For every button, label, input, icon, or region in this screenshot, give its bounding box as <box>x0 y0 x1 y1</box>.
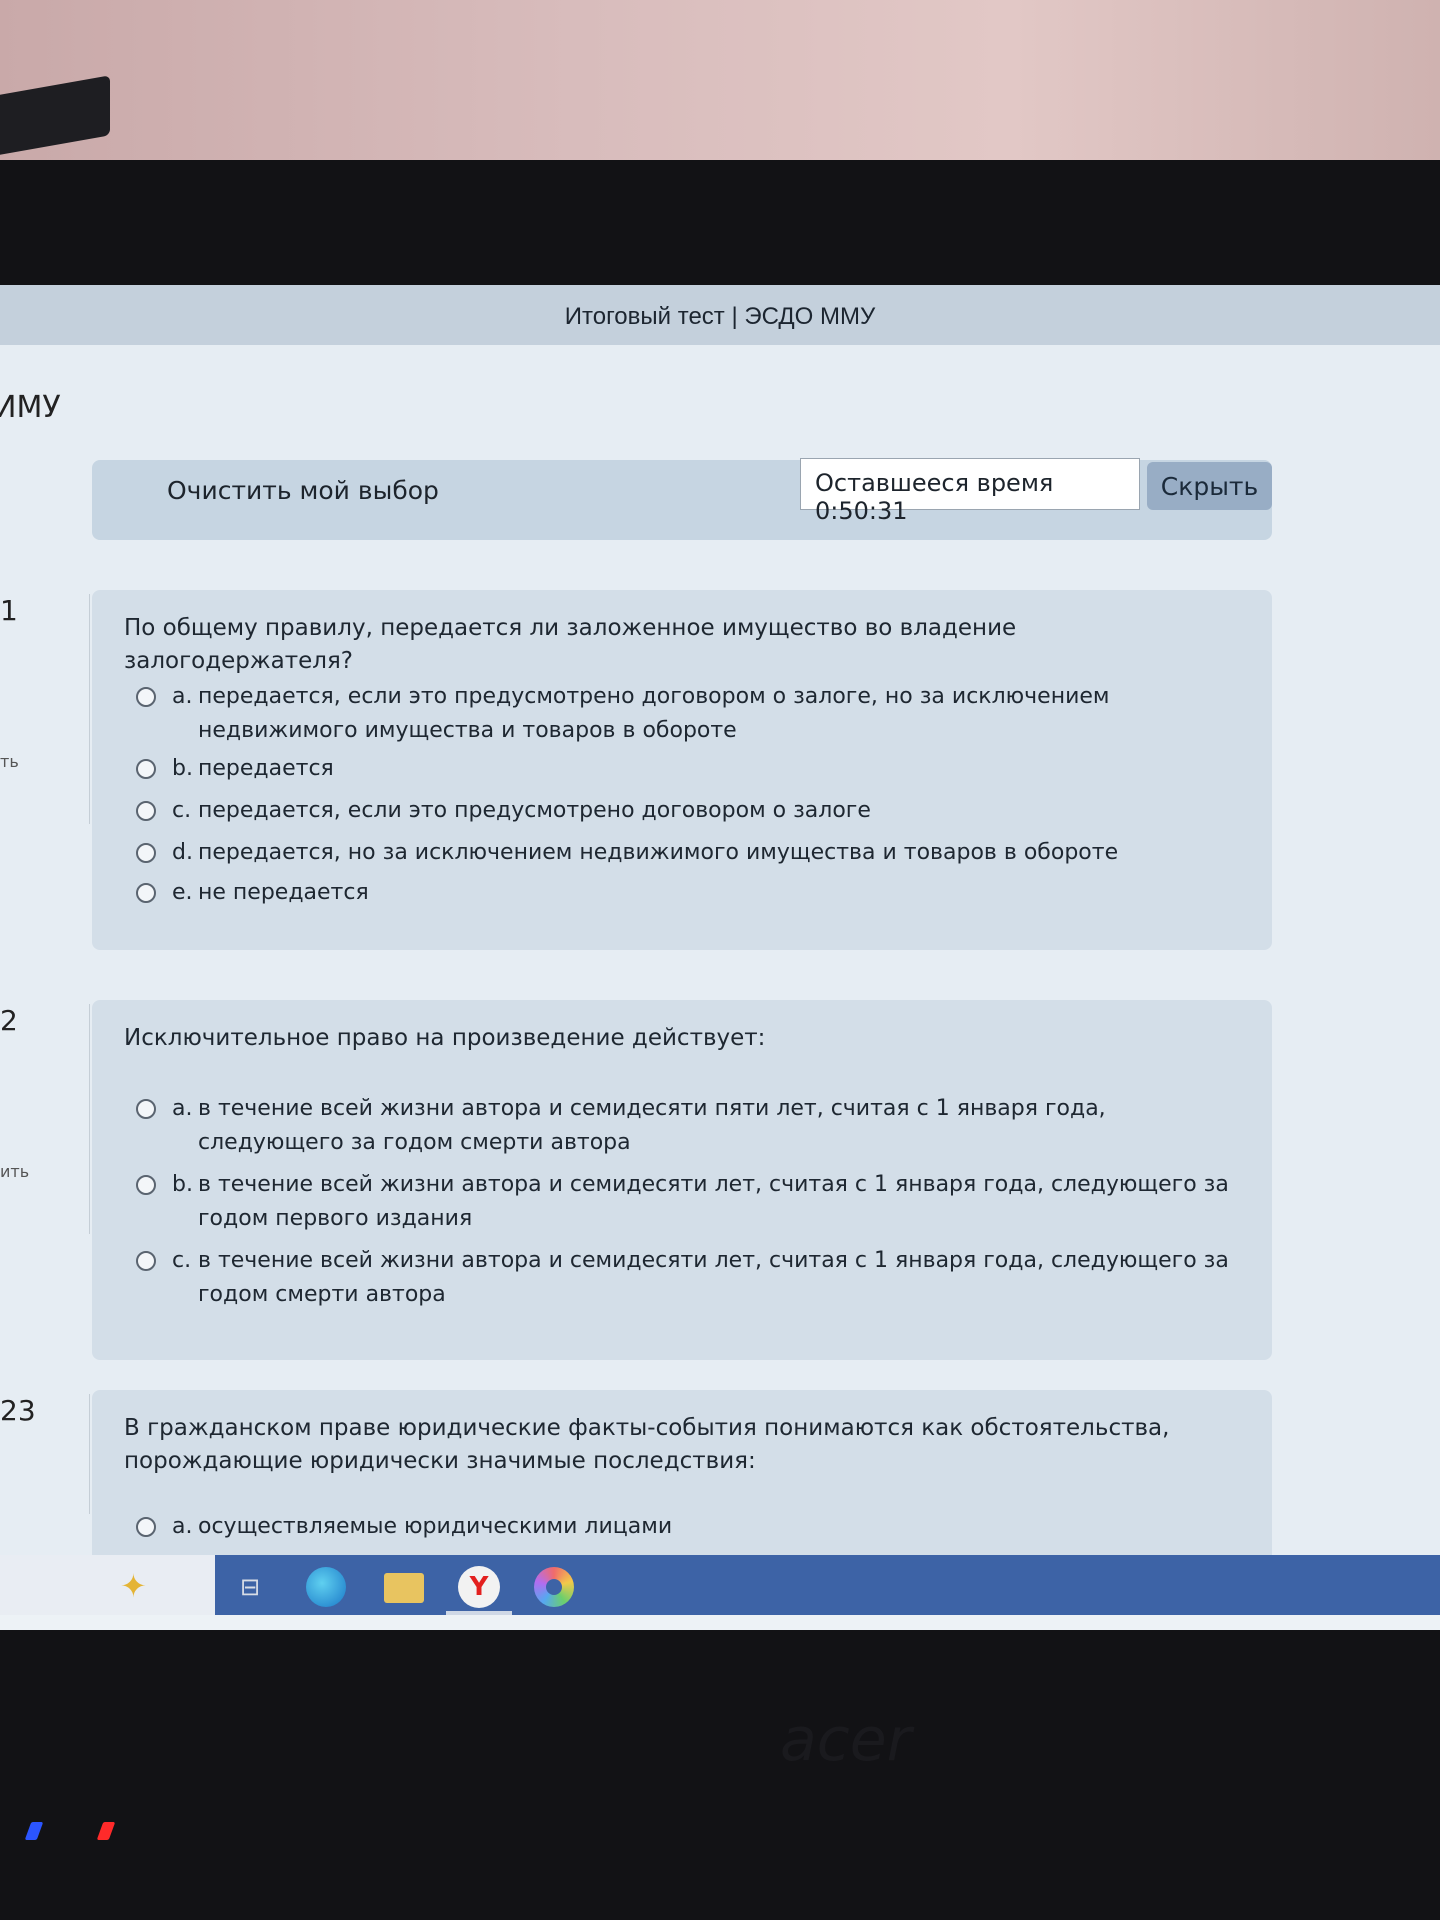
question-text: Исключительное право на произведение дей… <box>124 1025 766 1051</box>
answer-text: в течение всей жизни автора и семидесяти… <box>198 1096 1106 1155</box>
answer-text: не передается <box>198 880 369 905</box>
site-name[interactable]: ИМУ <box>0 390 61 425</box>
radio-button[interactable] <box>136 759 156 779</box>
answer-letter: a. <box>172 684 193 709</box>
radio-button[interactable] <box>136 801 156 821</box>
quiz-toolbar: Очистить мой выбор Оставшееся время 0:50… <box>92 458 1272 540</box>
question-number: 23 <box>0 1394 36 1427</box>
answer-list: a. передается, если это предусмотрено до… <box>136 680 1246 916</box>
laptop-screen: Итоговый тест | ЭСДО ММУ ИМУ Очистить мо… <box>0 285 1440 1630</box>
flag-question-link[interactable]: ть <box>0 752 19 771</box>
answer-text: передается, но за исключением недвижимог… <box>198 840 1119 865</box>
windows-taskbar: ✦ ⊟ Y <box>0 1555 1440 1615</box>
file-explorer-icon[interactable] <box>384 1573 424 1603</box>
question-text: По общему правилу, передается ли заложен… <box>124 615 1017 674</box>
radio-button[interactable] <box>136 1099 156 1119</box>
question-card: 1 ть По общему правилу, передается ли за… <box>0 590 1272 950</box>
radio-button[interactable] <box>136 1175 156 1195</box>
photos-icon[interactable] <box>534 1567 574 1607</box>
answer-letter: d. <box>172 840 193 865</box>
answer-letter: b. <box>172 1172 193 1197</box>
quiz-page: ИМУ Очистить мой выбор Оставшееся время … <box>0 345 1440 1590</box>
window-title: Итоговый тест | ЭСДО ММУ <box>564 303 876 330</box>
task-view-icon[interactable]: ⊟ <box>228 1565 272 1609</box>
answer-option[interactable]: c. передается, если это предусмотрено до… <box>136 794 1246 836</box>
answer-letter: a. <box>172 1096 193 1121</box>
question-text: В гражданском праве юридические факты-со… <box>124 1415 1170 1474</box>
question-number: 2 <box>0 1004 18 1037</box>
question-number: 1 <box>0 594 18 627</box>
active-app-indicator <box>446 1611 512 1615</box>
flag-question-link[interactable]: ить <box>0 1162 29 1181</box>
answer-letter: a. <box>172 1514 193 1539</box>
answer-list: a. осуществляемые юридическими лицами <box>136 1510 1246 1550</box>
answer-option[interactable]: a. передается, если это предусмотрено до… <box>136 680 1246 752</box>
remaining-time-timer: Оставшееся время 0:50:31 <box>800 458 1140 525</box>
answer-option[interactable]: a. осуществляемые юридическими лицами <box>136 1510 1246 1550</box>
hide-timer-button[interactable]: Скрыть <box>1147 462 1272 510</box>
answer-text: в течение всей жизни автора и семидесяти… <box>198 1248 1229 1307</box>
answer-option[interactable]: c. в течение всей жизни автора и семидес… <box>136 1244 1246 1320</box>
answer-letter: c. <box>172 1248 192 1273</box>
answer-option[interactable]: b. передается <box>136 752 1246 794</box>
answer-option[interactable]: b. в течение всей жизни автора и семидес… <box>136 1168 1246 1244</box>
copilot-icon[interactable]: ✦ <box>120 1567 147 1605</box>
question-card: 2 ить Исключительное право на произведен… <box>0 1000 1272 1360</box>
answer-letter: e. <box>172 880 193 905</box>
clear-choice-button[interactable]: Очистить мой выбор <box>167 476 439 505</box>
radio-button[interactable] <box>136 843 156 863</box>
background-object <box>0 75 110 155</box>
question-number-panel: 2 ить <box>0 1004 90 1234</box>
radio-button[interactable] <box>136 1517 156 1537</box>
browser-title-bar: Итоговый тест | ЭСДО ММУ <box>0 285 1440 345</box>
answer-letter: c. <box>172 798 192 823</box>
laptop-brand-logo: acer <box>780 1705 912 1775</box>
answer-text: в течение всей жизни автора и семидесяти… <box>198 1172 1229 1231</box>
answer-text: передается <box>198 756 334 781</box>
answer-option[interactable]: a. в течение всей жизни автора и семидес… <box>136 1092 1246 1168</box>
yandex-browser-icon[interactable]: Y <box>458 1566 500 1608</box>
answer-option[interactable]: d. передается, но за исключением недвижи… <box>136 836 1246 876</box>
answer-list: a. в течение всей жизни автора и семидес… <box>136 1092 1246 1320</box>
taskbar-search-area[interactable]: ✦ <box>0 1555 215 1615</box>
background-wall <box>0 0 1440 165</box>
question-number-panel: 1 ть <box>0 594 90 824</box>
radio-button[interactable] <box>136 687 156 707</box>
answer-text: передается, если это предусмотрено догов… <box>198 684 1110 743</box>
radio-button[interactable] <box>136 883 156 903</box>
answer-text: осуществляемые юридическими лицами <box>198 1514 673 1539</box>
answer-option[interactable]: e. не передается <box>136 876 1246 916</box>
answer-text: передается, если это предусмотрено догов… <box>198 798 871 823</box>
answer-letter: b. <box>172 756 193 781</box>
radio-button[interactable] <box>136 1251 156 1271</box>
edge-icon[interactable] <box>306 1567 346 1607</box>
question-number-panel: 23 <box>0 1394 90 1514</box>
